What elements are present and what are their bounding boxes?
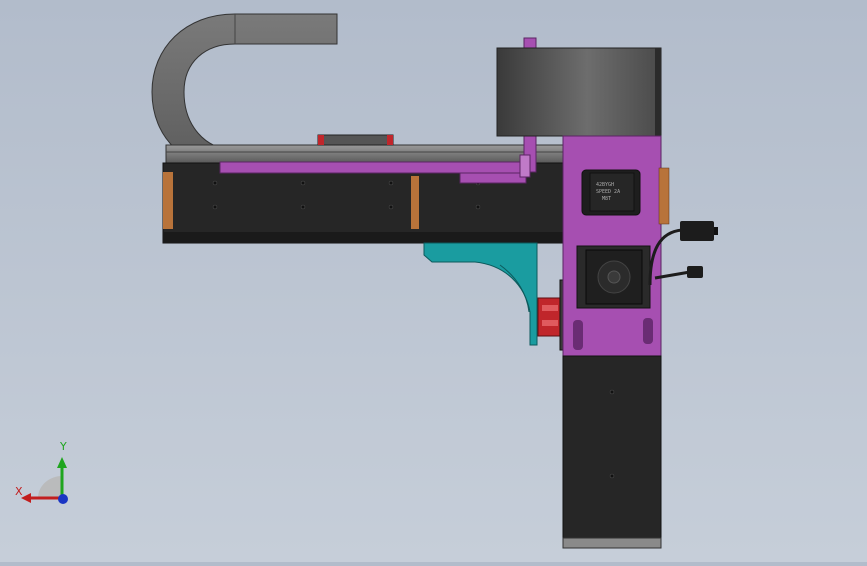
vertical-purple-plate bbox=[562, 135, 662, 357]
top-linear-rail bbox=[165, 134, 567, 164]
orientation-triad[interactable]: Y X bbox=[12, 440, 82, 510]
motor-label-line-2: SPEED 2A bbox=[596, 189, 620, 195]
stepper-motor-lower bbox=[585, 249, 643, 305]
stepper-motor-top: 42BYGH SPEED 2A M8T bbox=[589, 172, 635, 212]
z-axis-dot bbox=[58, 494, 68, 504]
cad-model: 42BYGH SPEED 2A M8T bbox=[151, 13, 718, 549]
y-axis-label: Y bbox=[60, 440, 67, 453]
copper-strip-right bbox=[658, 167, 670, 225]
triad-axes bbox=[21, 457, 68, 504]
motor-label-line-1: 42BYGH bbox=[596, 182, 614, 188]
motor-label-line-3: M8T bbox=[602, 196, 611, 202]
vertical-column bbox=[562, 355, 662, 549]
teal-bracket bbox=[423, 242, 538, 346]
copper-strip-mid bbox=[411, 176, 419, 229]
copper-strip-left bbox=[163, 172, 173, 229]
cad-viewport[interactable]: 42BYGH SPEED 2A M8T Y X bbox=[0, 0, 867, 562]
drum-roller bbox=[496, 47, 662, 137]
x-axis-label: X bbox=[15, 485, 23, 498]
